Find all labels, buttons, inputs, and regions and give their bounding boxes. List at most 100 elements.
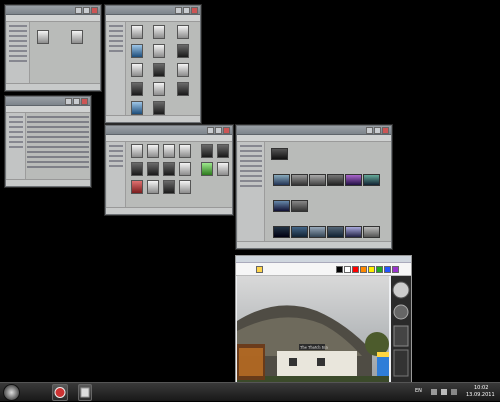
maximize-icon[interactable] — [83, 7, 90, 14]
minimize-icon[interactable] — [65, 98, 72, 105]
explorer-window-1[interactable] — [5, 5, 101, 91]
file-icon[interactable] — [153, 44, 165, 58]
file-icon[interactable] — [217, 162, 229, 176]
color-swatch[interactable] — [368, 266, 375, 273]
file-icon[interactable] — [177, 44, 189, 58]
file-icon[interactable] — [131, 162, 143, 176]
file-icon[interactable] — [177, 63, 189, 77]
file-icon[interactable] — [153, 101, 165, 115]
thumbnail[interactable] — [363, 226, 380, 238]
explorer-window-5[interactable] — [236, 125, 392, 249]
file-icon[interactable] — [163, 162, 175, 176]
thumbnail[interactable] — [309, 226, 326, 238]
file-icon[interactable] — [177, 25, 189, 39]
thumbnail[interactable] — [309, 174, 326, 186]
file-icon[interactable] — [147, 144, 159, 158]
file-icon[interactable] — [163, 180, 175, 194]
file-icon[interactable] — [147, 162, 159, 176]
color-swatch[interactable] — [384, 266, 391, 273]
thumbnail[interactable] — [345, 226, 362, 238]
file-icon[interactable] — [131, 25, 143, 39]
color-swatch[interactable] — [360, 266, 367, 273]
thumbnail[interactable] — [273, 174, 290, 186]
file-icon[interactable] — [37, 30, 49, 44]
file-icon[interactable] — [177, 82, 189, 96]
thumbnail[interactable] — [291, 200, 308, 212]
thumbnail[interactable] — [271, 148, 288, 160]
file-icon[interactable] — [201, 162, 213, 176]
windows-orb-icon[interactable] — [3, 384, 20, 401]
window-titlebar[interactable] — [236, 256, 411, 263]
file-icon[interactable] — [153, 63, 165, 77]
color-swatch[interactable] — [352, 266, 359, 273]
close-icon[interactable] — [223, 127, 230, 134]
window-titlebar[interactable] — [237, 126, 391, 135]
image-editor-window[interactable]: The Thatch Inn — [235, 255, 412, 385]
navigation-pane[interactable] — [7, 113, 26, 179]
file-area[interactable] — [127, 142, 231, 207]
minimize-icon[interactable] — [75, 7, 82, 14]
file-icon[interactable] — [147, 180, 159, 194]
window-titlebar[interactable] — [106, 126, 232, 135]
minimize-icon[interactable] — [207, 127, 214, 134]
file-icon[interactable] — [131, 144, 143, 158]
thumbnail[interactable] — [327, 226, 344, 238]
explorer-window-2[interactable] — [105, 5, 201, 123]
clock-date[interactable]: 13.09.2011 — [466, 392, 495, 398]
close-icon[interactable] — [81, 98, 88, 105]
thumbnail-area[interactable] — [267, 142, 390, 241]
file-icon[interactable] — [153, 25, 165, 39]
minimize-icon[interactable] — [366, 127, 373, 134]
close-icon[interactable] — [91, 7, 98, 14]
file-area[interactable] — [31, 22, 99, 83]
window-titlebar[interactable] — [6, 97, 90, 106]
thumbnail[interactable] — [291, 174, 308, 186]
details-list[interactable] — [27, 113, 89, 179]
explorer-window-3[interactable] — [5, 96, 91, 187]
file-icon[interactable] — [179, 144, 191, 158]
explorer-window-4[interactable] — [105, 125, 233, 215]
ribbon-toolbar[interactable] — [236, 263, 411, 276]
maximize-icon[interactable] — [374, 127, 381, 134]
window-titlebar[interactable] — [106, 6, 200, 15]
color-swatch[interactable] — [392, 266, 399, 273]
navigation-pane[interactable] — [238, 142, 265, 241]
file-icon[interactable] — [131, 101, 143, 115]
navigation-pane[interactable] — [107, 22, 126, 115]
maximize-icon[interactable] — [215, 127, 222, 134]
file-icon[interactable] — [163, 144, 175, 158]
file-icon[interactable] — [71, 30, 83, 44]
navigation-pane[interactable] — [107, 142, 126, 207]
close-icon[interactable] — [382, 127, 389, 134]
color-swatch[interactable] — [344, 266, 351, 273]
photo-canvas[interactable]: The Thatch Inn — [237, 276, 389, 383]
file-icon[interactable] — [153, 82, 165, 96]
clock-time[interactable]: 10:02 — [474, 385, 488, 391]
thumbnail[interactable] — [291, 226, 308, 238]
color-swatch[interactable] — [376, 266, 383, 273]
file-icon[interactable] — [131, 44, 143, 58]
file-icon[interactable] — [179, 180, 191, 194]
close-icon[interactable] — [191, 7, 198, 14]
maximize-icon[interactable] — [183, 7, 190, 14]
minimize-icon[interactable] — [175, 7, 182, 14]
taskbar-button-media-player[interactable] — [52, 384, 68, 401]
file-icon[interactable] — [217, 144, 229, 158]
file-icon[interactable] — [131, 180, 143, 194]
thumbnail[interactable] — [327, 174, 344, 186]
select-tool-icon[interactable] — [256, 266, 263, 273]
file-icon[interactable] — [201, 144, 213, 158]
maximize-icon[interactable] — [73, 98, 80, 105]
file-icon[interactable] — [131, 82, 143, 96]
language-indicator[interactable]: EN — [415, 388, 422, 394]
thumbnail[interactable] — [273, 200, 290, 212]
thumbnail[interactable] — [273, 226, 290, 238]
color-swatch[interactable] — [336, 266, 343, 273]
thumbnail[interactable] — [345, 174, 362, 186]
navigation-pane[interactable] — [7, 22, 30, 83]
window-titlebar[interactable] — [6, 6, 100, 15]
file-icon[interactable] — [179, 162, 191, 176]
file-area[interactable] — [127, 22, 199, 115]
file-icon[interactable] — [131, 63, 143, 77]
thumbnail[interactable] — [363, 174, 380, 186]
